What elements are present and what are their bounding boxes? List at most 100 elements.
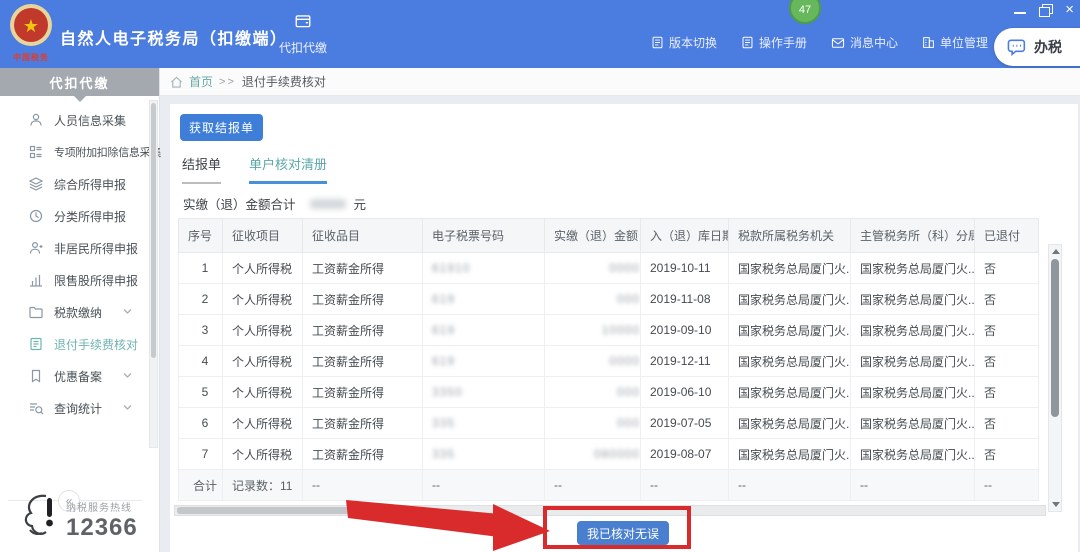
home-icon[interactable] bbox=[170, 76, 183, 88]
cell-amount: 000 bbox=[545, 377, 641, 408]
cell-refunded: 否 bbox=[975, 253, 1039, 284]
svg-text:★: ★ bbox=[23, 16, 39, 36]
sidebar-item-personnel-info[interactable]: 人员信息采集 bbox=[0, 104, 150, 136]
table-horizontal-scrollbar[interactable] bbox=[174, 505, 1046, 516]
tab-statement[interactable]: 结报单 bbox=[182, 154, 221, 184]
nav-unit-management[interactable]: 单位管理 bbox=[922, 34, 988, 51]
table-vertical-scrollbar[interactable] bbox=[1048, 244, 1062, 512]
form-icon bbox=[28, 144, 44, 160]
table-row[interactable]: 2个人所得税工资薪金所得6190002019-11-08国家税务总局厦门火...… bbox=[179, 284, 1039, 315]
sidebar-item-tax-payment[interactable]: 税款缴纳 bbox=[0, 296, 150, 328]
cell-refunded: 否 bbox=[975, 284, 1039, 315]
cell-item: 工资薪金所得 bbox=[303, 439, 423, 470]
scroll-down-arrow-icon[interactable] bbox=[1052, 502, 1060, 507]
cell-org: 国家税务总局厦门火... bbox=[729, 346, 851, 377]
horizontal-scrollbar-thumb[interactable] bbox=[177, 507, 363, 514]
minimize-icon[interactable] bbox=[1013, 4, 1027, 16]
cell-date: 2019-07-05 bbox=[641, 408, 729, 439]
document-icon bbox=[741, 36, 754, 49]
table-row[interactable]: 1个人所得税工资薪金所得6191000002019-10-11国家税务总局厦门火… bbox=[179, 253, 1039, 284]
bookmark-icon bbox=[28, 368, 44, 384]
cell-date: 2019-12-11 bbox=[641, 346, 729, 377]
cell-branch: 国家税务总局厦门火... bbox=[851, 253, 975, 284]
col-date: 入（退）库日期 bbox=[641, 219, 729, 253]
sidebar-item-label: 查询统计 bbox=[54, 400, 102, 417]
scroll-up-arrow-icon[interactable] bbox=[1052, 249, 1060, 254]
cell-org: 国家税务总局厦门火... bbox=[729, 253, 851, 284]
redacted-amount: 000 bbox=[617, 292, 640, 306]
chevron-down-icon bbox=[123, 308, 132, 315]
cell-amount: 000 bbox=[545, 408, 641, 439]
cell-ticket: 61910 bbox=[423, 253, 545, 284]
cell-project: 个人所得税 bbox=[223, 253, 303, 284]
cell-org: 国家税务总局厦门火... bbox=[729, 377, 851, 408]
redacted-ticket: 619 bbox=[432, 292, 455, 306]
sidebar-item-label: 分类所得申报 bbox=[54, 208, 126, 225]
cell-ticket: 619 bbox=[423, 315, 545, 346]
cell-project: 个人所得税 bbox=[223, 284, 303, 315]
table-row[interactable]: 7个人所得税工资薪金所得3350800002019-08-07国家税务总局厦门火… bbox=[179, 439, 1039, 470]
confirm-checked-button[interactable]: 我已核对无误 bbox=[577, 521, 669, 545]
cell-item: 工资薪金所得 bbox=[303, 408, 423, 439]
table-body: 1个人所得税工资薪金所得6191000002019-10-11国家税务总局厦门火… bbox=[179, 253, 1039, 470]
fetch-statement-button[interactable]: 获取结报单 bbox=[180, 114, 263, 141]
table-row[interactable]: 3个人所得税工资薪金所得619100002019-09-10国家税务总局厦门火.… bbox=[179, 315, 1039, 346]
breadcrumb: 首页 >> 退付手续费核对 bbox=[160, 68, 1080, 96]
close-icon[interactable]: × bbox=[1065, 4, 1074, 16]
redacted-amount: 000 bbox=[617, 416, 640, 430]
redacted-ticket: 335 bbox=[432, 447, 455, 461]
sidebar-item-restricted-stock[interactable]: 限售股所得申报 bbox=[0, 264, 150, 296]
sidebar-item-classified-income[interactable]: 分类所得申报 bbox=[0, 200, 150, 232]
sidebar-item-nonresident-income[interactable]: 非居民所得申报 bbox=[0, 232, 150, 264]
building-icon bbox=[922, 36, 935, 49]
table-footer-row: 合计 记录数：11 -- -- -- -- -- -- -- bbox=[179, 470, 1039, 501]
wallet-icon bbox=[292, 12, 314, 30]
cell-date: 2019-09-10 bbox=[641, 315, 729, 346]
sidebar-item-label: 非居民所得申报 bbox=[54, 240, 138, 257]
sidebar-item-preferential-filing[interactable]: 优惠备案 bbox=[0, 360, 150, 392]
tax-service-pill[interactable]: 办税 bbox=[994, 28, 1080, 66]
nav-message-center[interactable]: 消息中心 bbox=[831, 34, 898, 51]
cell-ticket: 335 bbox=[423, 408, 545, 439]
tab-withholding[interactable]: 代扣代缴 bbox=[272, 12, 334, 62]
vertical-scrollbar-thumb[interactable] bbox=[1051, 259, 1059, 417]
restore-icon[interactable] bbox=[1039, 4, 1053, 16]
layers-icon bbox=[28, 176, 44, 192]
table-row[interactable]: 5个人所得税工资薪金所得33500002019-06-10国家税务总局厦门火..… bbox=[179, 377, 1039, 408]
cell-branch: 国家税务总局厦门火... bbox=[851, 408, 975, 439]
tab-single-account-checklist[interactable]: 单户核对清册 bbox=[249, 154, 327, 184]
nav-manual[interactable]: 操作手册 bbox=[741, 34, 807, 51]
cell-item: 工资薪金所得 bbox=[303, 377, 423, 408]
sidebar-item-query-statistics[interactable]: 查询统计 bbox=[0, 392, 150, 424]
sidebar-item-special-deduction[interactable]: 专项附加扣除信息采集 bbox=[0, 136, 150, 168]
tax-pill-label: 办税 bbox=[1034, 37, 1062, 57]
sidebar-item-comprehensive-income[interactable]: 综合所得申报 bbox=[0, 168, 150, 200]
sidebar-scrollbar[interactable] bbox=[149, 100, 158, 448]
col-seq: 序号 bbox=[179, 219, 223, 253]
sidebar-scrollbar-thumb[interactable] bbox=[151, 103, 156, 358]
cell-org: 国家税务总局厦门火... bbox=[729, 315, 851, 346]
nav-version-switch[interactable]: 版本切换 bbox=[651, 34, 717, 51]
cell-item: 工资薪金所得 bbox=[303, 284, 423, 315]
user-icon bbox=[28, 240, 44, 256]
cell-date: 2019-11-08 bbox=[641, 284, 729, 315]
cell-date: 2019-06-10 bbox=[641, 377, 729, 408]
cell-date: 2019-08-07 bbox=[641, 439, 729, 470]
redacted-amount-value bbox=[310, 199, 346, 209]
cell-org: 国家税务总局厦门火... bbox=[729, 284, 851, 315]
bar-chart-icon bbox=[28, 272, 44, 288]
redacted-amount: 10000 bbox=[602, 323, 640, 337]
table-header-row: 序号 征收项目 征收品目 电子税票号码 实缴（退）金额 入（退）库日期 税款所属… bbox=[179, 219, 1039, 253]
cell-project: 个人所得税 bbox=[223, 346, 303, 377]
table-row[interactable]: 6个人所得税工资薪金所得3350002019-07-05国家税务总局厦门火...… bbox=[179, 408, 1039, 439]
table-row[interactable]: 4个人所得税工资薪金所得61900002019-12-11国家税务总局厦门火..… bbox=[179, 346, 1039, 377]
document-icon bbox=[651, 36, 664, 49]
cell-amount: 080000 bbox=[545, 439, 641, 470]
col-amount: 实缴（退）金额 bbox=[545, 219, 641, 253]
breadcrumb-home-link[interactable]: 首页 bbox=[189, 73, 213, 90]
amount-summary-label: 实缴（退）金额合计 bbox=[183, 194, 296, 213]
mail-icon bbox=[831, 37, 845, 49]
sidebar-item-refund-fee-check[interactable]: 退付手续费核对 bbox=[0, 328, 150, 360]
chat-bubble-icon bbox=[1006, 37, 1028, 57]
hotline-operator-icon bbox=[20, 492, 60, 542]
